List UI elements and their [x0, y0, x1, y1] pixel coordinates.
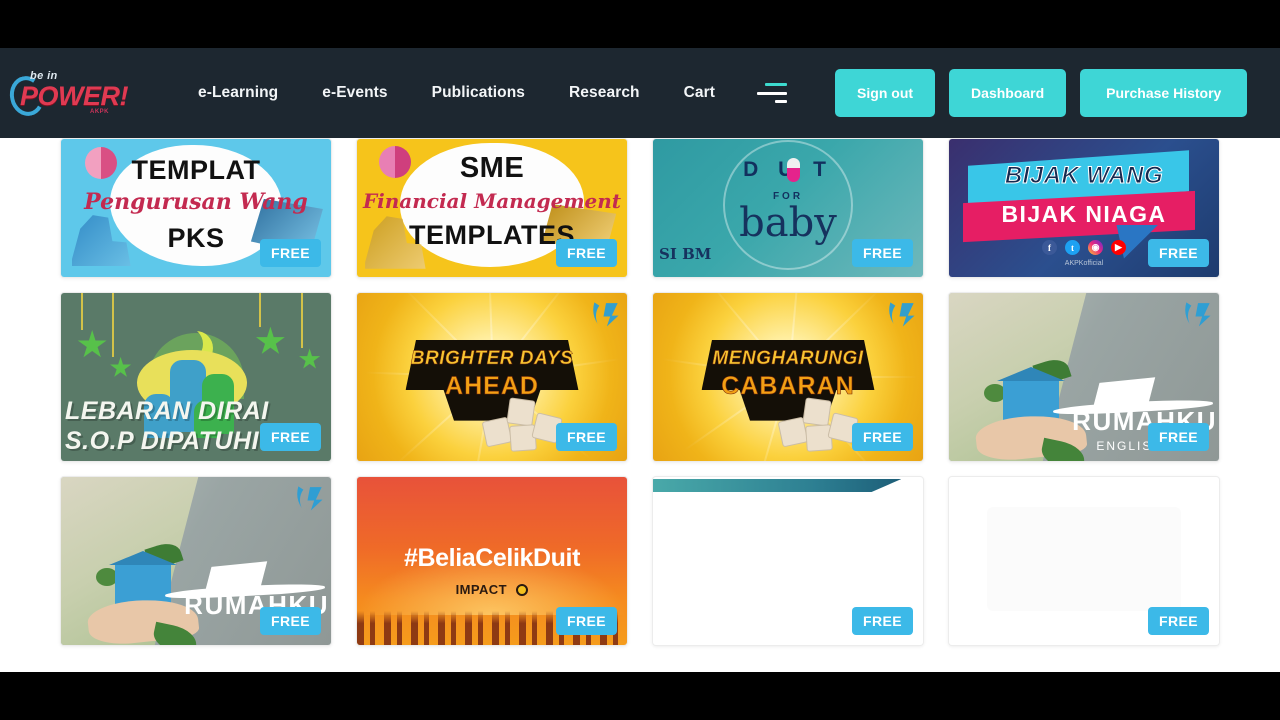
- card-title-line2: BIJAK NIAGA: [1001, 201, 1167, 228]
- card-blank-white[interactable]: FREE: [948, 476, 1220, 646]
- card-rumahku-second[interactable]: RUMAHKU FREE: [60, 476, 332, 646]
- youtube-icon: ▶: [1111, 240, 1126, 255]
- artwork-house: [997, 367, 1065, 421]
- card-thumbnail: RUMAHKU ENGLISH FREE: [949, 293, 1219, 461]
- artwork-string: [81, 293, 84, 330]
- free-badge: FREE: [1148, 239, 1209, 267]
- logo-text-power: POWER!: [20, 81, 129, 111]
- impact-logo: IMPACT: [357, 581, 627, 599]
- card-thumbnail: SME Financial Management TEMPLATES FREE: [357, 139, 627, 277]
- letterbox-top-bar: [0, 0, 1280, 48]
- akpk-logo-icon: [297, 486, 323, 511]
- nav-link-elearning[interactable]: e-Learning: [198, 84, 278, 102]
- artwork-puzzle-pieces: [481, 397, 563, 453]
- card-title-line1: BRIGHTER DAYS: [410, 348, 574, 370]
- card-thumbnail: RUMAHKU FREE: [61, 477, 331, 645]
- card-title-line1: LEBARAN DIRAI: [65, 397, 269, 426]
- card-brighter-days-ahead[interactable]: BRIGHTER DAYS AHEAD FREE: [356, 292, 628, 462]
- nav-link-publications[interactable]: Publications: [432, 84, 525, 102]
- free-badge: FREE: [260, 607, 321, 635]
- hamburger-bar-bottom: [775, 100, 788, 103]
- card-blank-teal-banner[interactable]: FREE: [652, 476, 924, 646]
- akpk-logo-icon: [1185, 302, 1211, 327]
- nav-link-cart[interactable]: Cart: [684, 84, 715, 102]
- star-icon: [77, 329, 107, 358]
- artwork-house: [109, 551, 177, 605]
- star-icon: [255, 326, 285, 354]
- free-badge: FREE: [1148, 607, 1209, 635]
- instagram-icon: ◉: [1088, 240, 1103, 255]
- card-thumbnail: LEBARAN DIRAI S.O.P DIPATUHI FREE: [61, 293, 331, 461]
- nav-link-eevents[interactable]: e-Events: [322, 84, 387, 102]
- card-thumbnail: BRIGHTER DAYS AHEAD FREE: [357, 293, 627, 461]
- hamburger-bar-middle: [757, 91, 788, 95]
- impact-dot-icon: [516, 584, 529, 597]
- card-title-line1: TEMPLAT: [131, 154, 261, 185]
- card-rumahku-english[interactable]: RUMAHKU ENGLISH FREE: [948, 292, 1220, 462]
- artwork-placeholder: [986, 507, 1182, 612]
- browser-viewport: be in POWER! AKPK e-Learning e-Events Pu…: [0, 48, 1280, 672]
- card-duit-for-baby[interactable]: D U T FOR baby SI BM FREE: [652, 138, 924, 278]
- hamburger-menu-icon[interactable]: [757, 83, 788, 103]
- artwork-puzzle-pieces: [777, 397, 859, 453]
- artwork-teal-ribbon: [653, 479, 902, 492]
- free-badge: FREE: [260, 423, 321, 451]
- card-corner-text: SI BM: [659, 245, 712, 263]
- card-lebaran-dirai-sop-dipatuhi[interactable]: LEBARAN DIRAI S.O.P DIPATUHI FREE: [60, 292, 332, 462]
- artwork-string: [301, 293, 304, 349]
- nav-action-buttons: Sign out Dashboard Purchase History: [835, 69, 1248, 117]
- free-badge: FREE: [260, 239, 321, 267]
- purchase-history-button[interactable]: Purchase History: [1080, 69, 1248, 117]
- card-thumbnail: MENGHARUNGI CABARAN FREE: [653, 293, 923, 461]
- site-logo[interactable]: be in POWER! AKPK: [6, 62, 129, 124]
- sign-out-button[interactable]: Sign out: [835, 69, 936, 117]
- free-badge: FREE: [556, 423, 617, 451]
- hamburger-bar-top: [765, 83, 788, 86]
- card-templat-pengurusan-wang-pks[interactable]: TEMPLAT Pengurusan Wang PKS FREE: [60, 138, 332, 278]
- card-title-line1: SME: [459, 152, 525, 185]
- free-badge: FREE: [556, 607, 617, 635]
- free-badge: FREE: [556, 239, 617, 267]
- artwork-string: [259, 293, 262, 327]
- artwork-pill-icon: [787, 158, 800, 183]
- artwork-string: [112, 293, 115, 357]
- logo-text-akpk: AKPK: [90, 109, 110, 115]
- facebook-icon: f: [1042, 240, 1057, 255]
- card-belia-celik-duit[interactable]: #BeliaCelikDuit IMPACT FREE: [356, 476, 628, 646]
- free-badge: FREE: [852, 239, 913, 267]
- card-sme-financial-management-templates[interactable]: SME Financial Management TEMPLATES FREE: [356, 138, 628, 278]
- dashboard-button[interactable]: Dashboard: [949, 69, 1067, 117]
- free-badge: FREE: [852, 423, 913, 451]
- card-title-line2: Pengurusan Wang: [84, 189, 308, 216]
- site-navbar: be in POWER! AKPK e-Learning e-Events Pu…: [0, 48, 1280, 138]
- card-thumbnail: FREE: [949, 477, 1219, 645]
- course-card-grid: TEMPLAT Pengurusan Wang PKS FREE SME Fin…: [0, 138, 1280, 660]
- card-bijak-wang-bijak-niaga[interactable]: BIJAK WANG BIJAK NIAGA f t ◉ ▶ AKPKoffic…: [948, 138, 1220, 278]
- free-badge: FREE: [852, 607, 913, 635]
- free-badge: FREE: [1148, 423, 1209, 451]
- card-title-line1: MENGHARUNGI: [712, 348, 864, 370]
- card-title-line1: #BeliaCelikDuit: [403, 544, 580, 573]
- card-title-line2: IMPACT: [455, 582, 507, 598]
- card-thumbnail: #BeliaCelikDuit IMPACT FREE: [357, 477, 627, 645]
- akpk-logo-icon: [889, 302, 915, 327]
- card-thumbnail: FREE: [653, 477, 923, 645]
- letterbox-bottom-bar: [0, 672, 1280, 720]
- star-icon: [110, 356, 132, 377]
- card-thumbnail: BIJAK WANG BIJAK NIAGA f t ◉ ▶ AKPKoffic…: [949, 139, 1219, 277]
- nav-link-research[interactable]: Research: [569, 84, 640, 102]
- card-thumbnail: TEMPLAT Pengurusan Wang PKS FREE: [61, 139, 331, 277]
- card-title-line2: Financial Management: [362, 189, 622, 214]
- star-icon: [299, 348, 321, 369]
- card-title-line1: BIJAK WANG: [1004, 162, 1164, 190]
- card-thumbnail: D U T FOR baby SI BM FREE: [653, 139, 923, 277]
- primary-nav: e-Learning e-Events Publications Researc…: [198, 84, 715, 102]
- card-mengharungi-cabaran[interactable]: MENGHARUNGI CABARAN FREE: [652, 292, 924, 462]
- twitter-icon: t: [1065, 240, 1080, 255]
- akpk-logo-icon: [593, 302, 619, 327]
